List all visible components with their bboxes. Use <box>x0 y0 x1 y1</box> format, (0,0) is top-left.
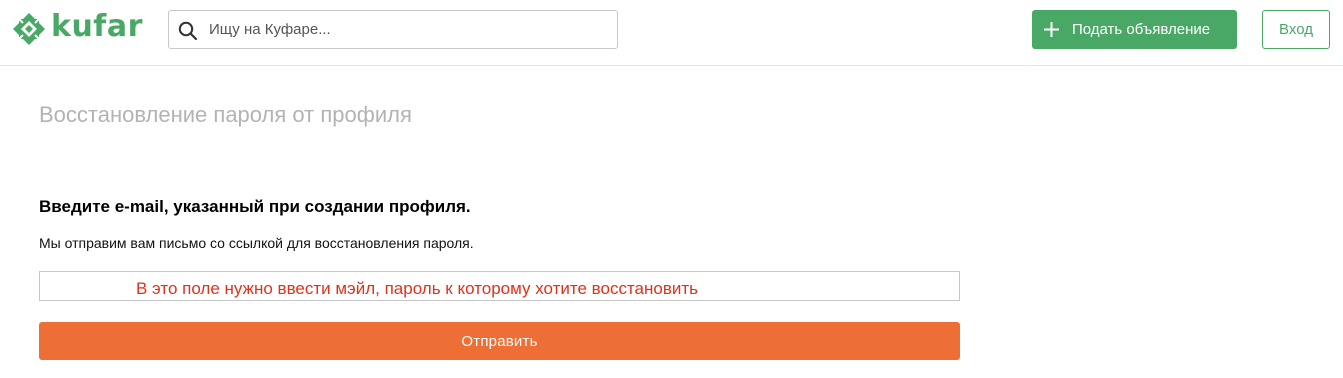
page-title: Восстановление пароля от профиля <box>39 102 412 127</box>
search-input[interactable] <box>209 11 609 48</box>
kufar-logo-icon <box>13 13 45 45</box>
plus-icon <box>1044 22 1059 37</box>
email-field[interactable] <box>40 272 959 300</box>
logo-text: kufar <box>51 9 143 44</box>
post-ad-button[interactable]: Подать объявление <box>1032 10 1237 49</box>
instruction-heading: Введите e-mail, указанный при создании п… <box>39 197 471 216</box>
login-button[interactable]: Вход <box>1262 10 1330 49</box>
logo[interactable]: kufar <box>12 11 143 47</box>
submit-button[interactable]: Отправить <box>39 322 960 360</box>
email-field-wrapper[interactable] <box>39 271 960 301</box>
search-icon <box>178 21 198 41</box>
search-box[interactable] <box>168 10 618 49</box>
header: kufar Подать объявление Вход <box>0 0 1343 66</box>
post-ad-label: Подать объявление <box>1072 21 1211 38</box>
instruction-subtext: Мы отправим вам письмо со ссылкой для во… <box>39 235 474 251</box>
